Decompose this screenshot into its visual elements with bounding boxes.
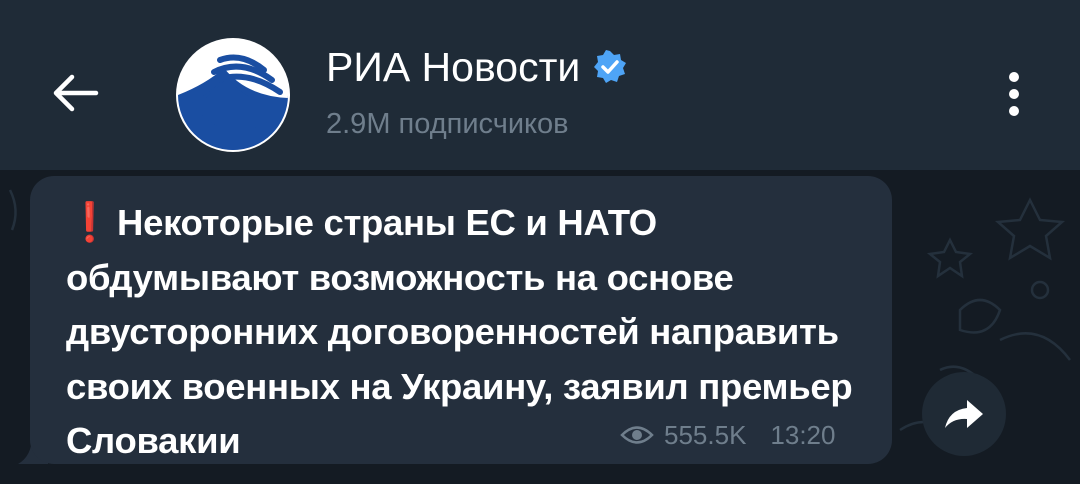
more-vertical-icon xyxy=(1009,72,1019,116)
message-meta: 555.5K 13:20 xyxy=(620,418,835,452)
eye-icon xyxy=(620,426,654,444)
more-options-button[interactable] xyxy=(994,66,1034,122)
channel-title[interactable]: РИА Новости xyxy=(326,42,628,92)
subscriber-count: 2.9M подписчиков xyxy=(326,108,569,140)
view-count: 555.5K xyxy=(664,420,747,450)
share-button[interactable] xyxy=(922,372,1006,456)
chat-header: РИА Новости 2.9M подписчиков xyxy=(0,0,1080,170)
verified-badge-icon xyxy=(594,50,627,83)
back-button[interactable] xyxy=(44,62,106,124)
alert-emoji: ❗ xyxy=(66,202,114,244)
channel-avatar[interactable] xyxy=(176,38,290,152)
channel-name: РИА Новости xyxy=(326,44,581,90)
ria-logo-icon xyxy=(178,40,288,150)
arrow-left-icon xyxy=(53,74,99,112)
message-time: 13:20 xyxy=(770,420,836,450)
share-arrow-icon xyxy=(945,400,983,428)
